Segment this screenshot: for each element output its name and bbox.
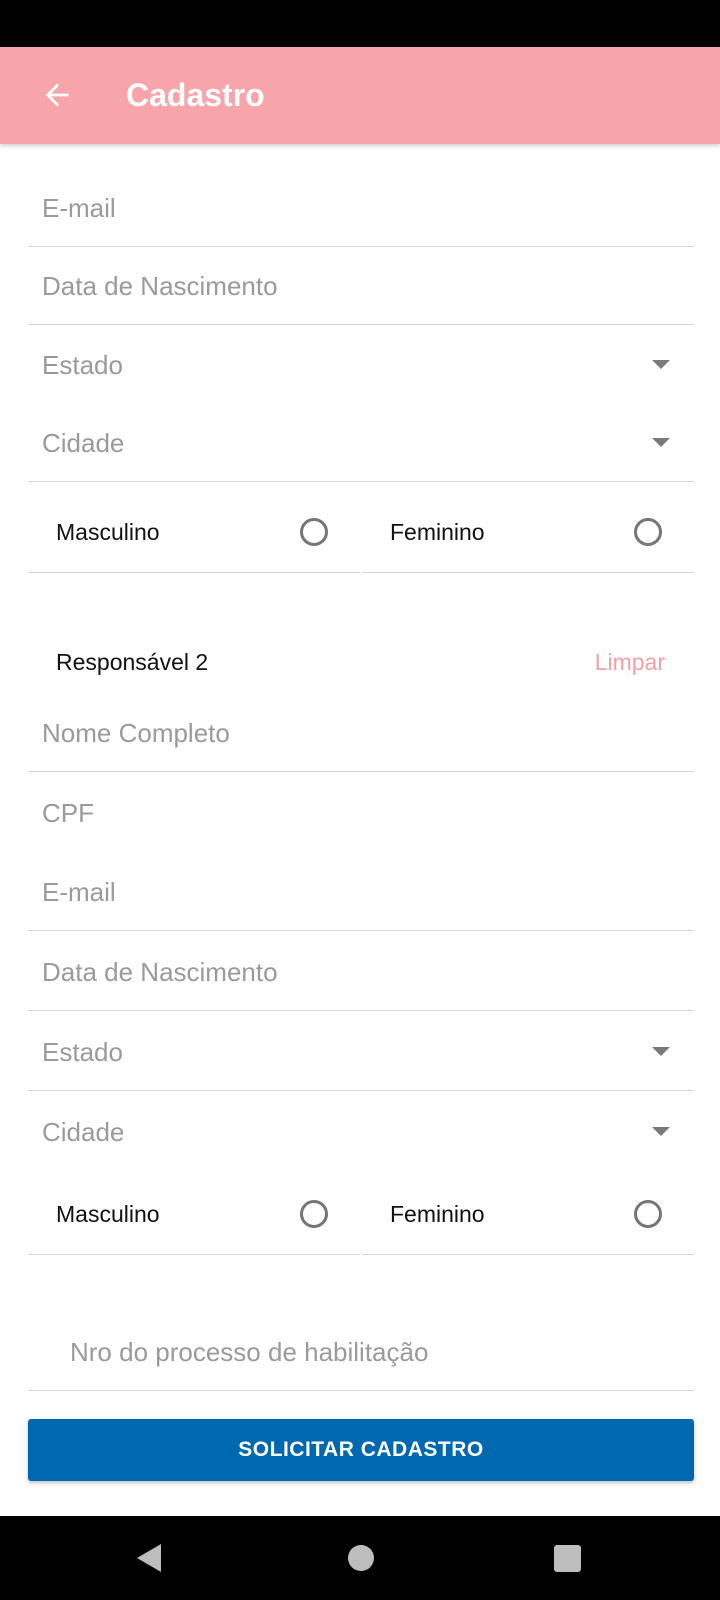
radio-female-label: Feminino <box>390 519 485 545</box>
city-dropdown[interactable]: Cidade <box>28 404 694 482</box>
dropdown-arrow-icon <box>652 438 670 447</box>
radio-female-2[interactable]: Feminino <box>362 1173 694 1255</box>
radio-male-label-2: Masculino <box>56 1201 160 1227</box>
city-placeholder-2: Cidade <box>42 1117 125 1147</box>
radio-unchecked-icon[interactable] <box>634 518 662 546</box>
back-button[interactable] <box>33 71 81 119</box>
radio-unchecked-icon[interactable] <box>634 1200 662 1228</box>
birthdate-placeholder: Data de Nascimento <box>42 271 278 301</box>
clear-button[interactable]: Limpar <box>595 642 665 682</box>
arrow-left-icon <box>45 83 69 107</box>
dropdown-arrow-icon <box>652 1127 670 1136</box>
state-dropdown[interactable]: Estado <box>28 326 694 404</box>
state-placeholder: Estado <box>42 350 123 380</box>
dropdown-arrow-icon <box>652 360 670 369</box>
process-number-field[interactable]: Nro do processo de habilitação <box>28 1313 694 1391</box>
section-title: Responsável 2 <box>56 649 209 675</box>
full-name-placeholder: Nome Completo <box>42 718 230 748</box>
birthdate-field-2[interactable]: Data de Nascimento <box>28 933 694 1011</box>
full-name-field[interactable]: Nome Completo <box>28 694 694 772</box>
cpf-placeholder: CPF <box>42 798 94 828</box>
radio-male-label: Masculino <box>56 519 160 545</box>
email-field-2[interactable]: E-mail <box>28 853 694 931</box>
radio-unchecked-icon[interactable] <box>300 518 328 546</box>
status-bar <box>0 0 720 47</box>
email-field[interactable]: E-mail <box>28 169 694 247</box>
radio-male-2[interactable]: Masculino <box>28 1173 360 1255</box>
radio-female[interactable]: Feminino <box>362 491 694 573</box>
gender-radio-group: Masculino Feminino <box>28 491 694 573</box>
nav-back-icon[interactable] <box>137 1544 161 1572</box>
radio-female-label-2: Feminino <box>390 1201 485 1227</box>
dropdown-arrow-icon <box>652 1047 670 1056</box>
nav-recent-apps-icon[interactable] <box>554 1545 581 1572</box>
cpf-field[interactable]: CPF <box>28 774 694 852</box>
system-nav-bar <box>0 1516 720 1600</box>
process-number-placeholder: Nro do processo de habilitação <box>70 1337 429 1367</box>
email-placeholder-2: E-mail <box>42 877 116 907</box>
state-dropdown-2[interactable]: Estado <box>28 1013 694 1091</box>
birthdate-placeholder-2: Data de Nascimento <box>42 957 278 987</box>
state-placeholder-2: Estado <box>42 1037 123 1067</box>
radio-unchecked-icon[interactable] <box>300 1200 328 1228</box>
gender-radio-group-2: Masculino Feminino <box>28 1173 694 1255</box>
app-bar: Cadastro <box>0 47 720 144</box>
email-placeholder: E-mail <box>42 193 116 223</box>
nav-home-icon[interactable] <box>348 1545 374 1571</box>
city-placeholder: Cidade <box>42 428 125 458</box>
city-dropdown-2[interactable]: Cidade <box>28 1093 694 1171</box>
page-title: Cadastro <box>126 77 265 113</box>
submit-button[interactable]: SOLICITAR CADASTRO <box>28 1419 694 1481</box>
birthdate-field[interactable]: Data de Nascimento <box>28 247 694 325</box>
radio-male[interactable]: Masculino <box>28 491 360 573</box>
